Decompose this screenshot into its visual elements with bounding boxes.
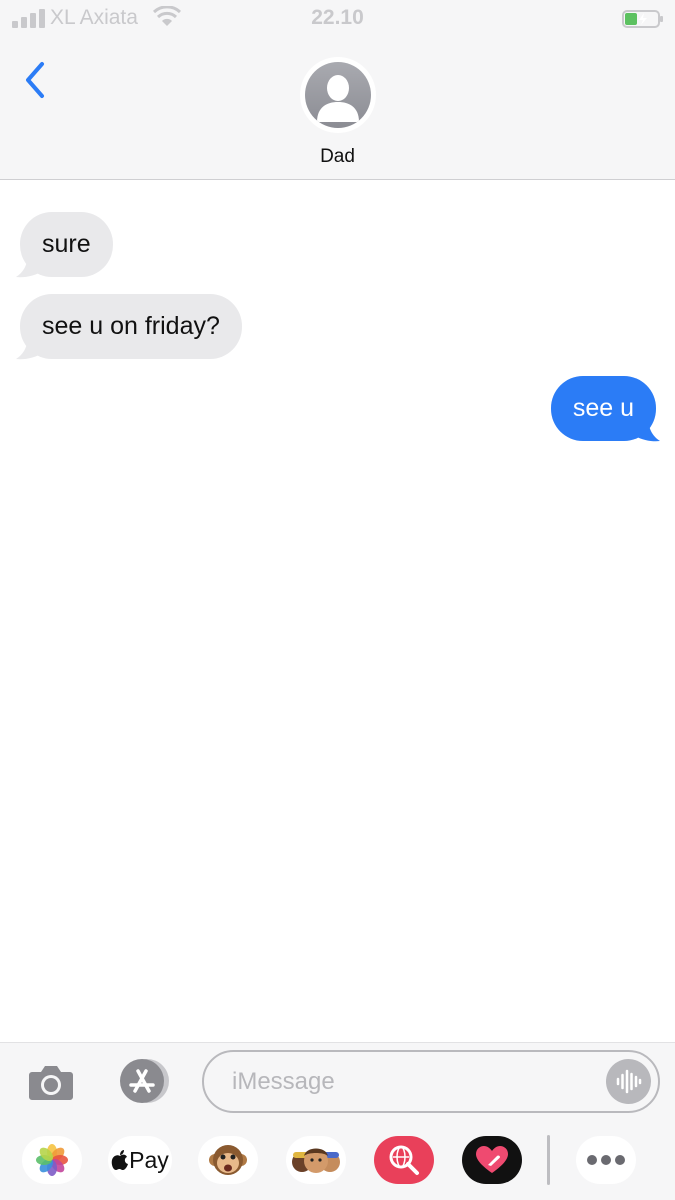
memoji-button[interactable] [286,1136,346,1184]
audio-message-button[interactable] [606,1059,651,1104]
incoming-message[interactable]: sure [20,212,113,277]
incoming-message[interactable]: see u on friday? [20,294,242,359]
drawer-divider [547,1135,550,1185]
app-store-icon[interactable] [113,1058,171,1104]
photos-app-button[interactable] [22,1136,82,1184]
status-time: 22.10 [311,6,364,29]
nav-header: XL Axiata 22.10 Dad [0,0,675,180]
imessage-placeholder: iMessage [232,1068,335,1095]
photos-icon [36,1144,68,1176]
status-bar: XL Axiata 22.10 [0,0,675,36]
back-icon[interactable] [18,58,58,102]
more-icon [587,1155,625,1165]
contact-avatar[interactable] [300,57,376,133]
digital-touch-icon [476,1146,508,1173]
outgoing-message[interactable]: see u [550,376,656,441]
contact-name[interactable]: Dad [0,146,675,168]
battery-icon [622,10,663,28]
memoji-icon [292,1148,340,1173]
more-apps-button[interactable] [576,1136,636,1184]
apple-pay-button[interactable]: Pay [108,1136,172,1184]
apple-logo-icon [111,1150,129,1170]
digital-touch-button[interactable] [462,1136,522,1184]
person-silhouette-icon [317,75,359,122]
animoji-button[interactable] [198,1136,258,1184]
waveform-icon [616,1069,642,1094]
animoji-monkey-icon [209,1145,247,1175]
web-image-search-icon [389,1145,419,1175]
camera-icon[interactable] [28,1062,74,1102]
image-search-button[interactable] [374,1136,434,1184]
apple-pay-label: Pay [129,1146,169,1173]
imessage-input[interactable]: iMessage [202,1050,660,1113]
